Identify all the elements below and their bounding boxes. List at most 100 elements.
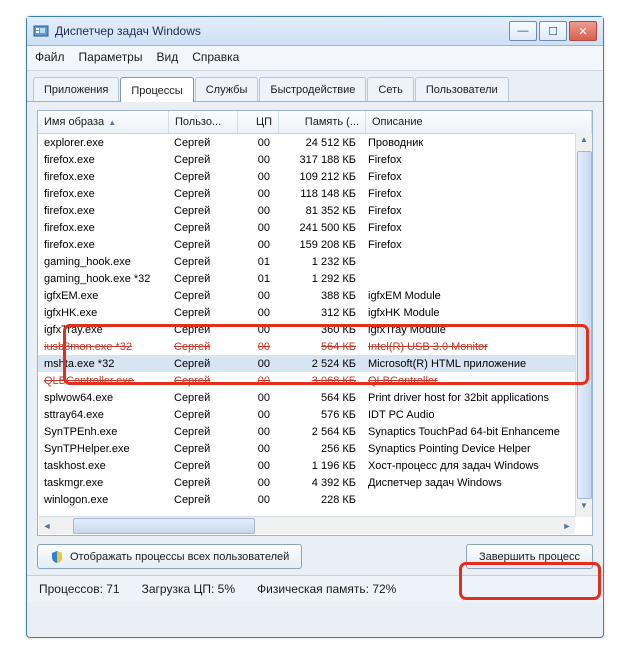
- table-row[interactable]: explorer.exeСергей0024 512 КБПроводник: [38, 134, 592, 151]
- cell-cpu: 00: [236, 494, 276, 506]
- col-user[interactable]: Пользо...: [169, 111, 238, 133]
- cell-memory: 256 КБ: [276, 443, 362, 455]
- table-row[interactable]: firefox.exeСергей0081 352 КБFirefox: [38, 202, 592, 219]
- window-title: Диспетчер задач Windows: [55, 24, 509, 38]
- cell-memory: 1 196 КБ: [276, 460, 362, 472]
- end-process-button[interactable]: Завершить процесс: [466, 544, 593, 569]
- tab-services[interactable]: Службы: [195, 77, 259, 101]
- cell-memory: 228 КБ: [276, 494, 362, 506]
- cell-description: Firefox: [362, 205, 592, 217]
- cell-description: Firefox: [362, 222, 592, 234]
- cell-user: Сергей: [168, 392, 236, 404]
- menu-view[interactable]: Вид: [156, 50, 178, 64]
- cell-user: Сергей: [168, 324, 236, 336]
- cell-memory: 312 КБ: [276, 307, 362, 319]
- table-row[interactable]: gaming_hook.exe *32Сергей011 292 КБ: [38, 270, 592, 287]
- cell-user: Сергей: [168, 205, 236, 217]
- end-process-label: Завершить процесс: [479, 551, 580, 563]
- titlebar[interactable]: Диспетчер задач Windows — ☐ ✕: [27, 17, 603, 46]
- cell-user: Сергей: [168, 358, 236, 370]
- scroll-down-icon[interactable]: ▼: [577, 501, 591, 515]
- cell-image: firefox.exe: [38, 154, 168, 166]
- table-row[interactable]: igfxHK.exeСергей00312 КБigfxHK Module: [38, 304, 592, 321]
- scroll-up-icon[interactable]: ▲: [577, 135, 591, 149]
- table-row[interactable]: splwow64.exeСергей00564 КБPrint driver h…: [38, 389, 592, 406]
- cell-cpu: 00: [236, 409, 276, 421]
- table-row[interactable]: sttray64.exeСергей00576 КБIDT PC Audio: [38, 406, 592, 423]
- tab-network[interactable]: Сеть: [367, 77, 413, 101]
- menu-help[interactable]: Справка: [192, 50, 239, 64]
- cell-memory: 118 148 КБ: [276, 188, 362, 200]
- scroll-left-icon[interactable]: ◄: [39, 521, 55, 531]
- cell-memory: 109 212 КБ: [276, 171, 362, 183]
- menu-file[interactable]: Файл: [35, 50, 65, 64]
- cell-user: Сергей: [168, 460, 236, 472]
- minimize-button[interactable]: —: [509, 21, 537, 41]
- table-row[interactable]: taskhost.exeСергей001 196 КБХост-процесс…: [38, 457, 592, 474]
- menu-options[interactable]: Параметры: [79, 50, 143, 64]
- table-row[interactable]: winlogon.exeСергей00228 КБ: [38, 491, 592, 508]
- cell-user: Сергей: [168, 239, 236, 251]
- vertical-scroll-thumb[interactable]: [577, 151, 592, 499]
- close-button[interactable]: ✕: [569, 21, 597, 41]
- table-row[interactable]: mshta.exe *32Сергей002 524 КБMicrosoft(R…: [38, 355, 592, 372]
- tab-processes[interactable]: Процессы: [120, 77, 193, 102]
- cell-cpu: 00: [236, 171, 276, 183]
- table-row[interactable]: firefox.exeСергей00118 148 КБFirefox: [38, 185, 592, 202]
- cell-description: QLBController: [362, 375, 592, 387]
- table-row[interactable]: iusb3mon.exe *32Сергей00564 КБIntel(R) U…: [38, 338, 592, 355]
- cell-image: taskhost.exe: [38, 460, 168, 472]
- status-cpu: Загрузка ЦП: 5%: [142, 582, 235, 596]
- cell-cpu: 00: [236, 341, 276, 353]
- tab-strip: Приложения Процессы Службы Быстродействи…: [27, 77, 603, 102]
- cell-user: Сергей: [168, 171, 236, 183]
- horizontal-scrollbar[interactable]: ◄ ►: [39, 516, 575, 534]
- table-row[interactable]: gaming_hook.exeСергей011 232 КБ: [38, 253, 592, 270]
- cell-image: firefox.exe: [38, 239, 168, 251]
- table-row[interactable]: QLBController.exeСергей003 068 КБQLBCont…: [38, 372, 592, 389]
- cell-cpu: 00: [236, 137, 276, 149]
- process-table: Имя образа Пользо... ЦП Память (... Опис…: [37, 110, 593, 536]
- cell-user: Сергей: [168, 154, 236, 166]
- cell-cpu: 00: [236, 290, 276, 302]
- cell-image: winlogon.exe: [38, 494, 168, 506]
- cell-cpu: 00: [236, 188, 276, 200]
- cell-user: Сергей: [168, 137, 236, 149]
- cell-cpu: 01: [236, 273, 276, 285]
- cell-image: firefox.exe: [38, 188, 168, 200]
- tab-users[interactable]: Пользователи: [415, 77, 509, 101]
- cell-memory: 2 524 КБ: [276, 358, 362, 370]
- tab-applications[interactable]: Приложения: [33, 77, 119, 101]
- cell-user: Сергей: [168, 426, 236, 438]
- horizontal-scroll-thumb[interactable]: [73, 518, 255, 534]
- tab-performance[interactable]: Быстродействие: [259, 77, 366, 101]
- table-row[interactable]: igfxEM.exeСергей00388 КБigfxEM Module: [38, 287, 592, 304]
- table-row[interactable]: SynTPEnh.exeСергей002 564 КБSynaptics To…: [38, 423, 592, 440]
- table-row[interactable]: firefox.exeСергей00159 208 КБFirefox: [38, 236, 592, 253]
- col-image-name[interactable]: Имя образа: [38, 111, 169, 133]
- vertical-scrollbar[interactable]: ▲ ▼: [575, 133, 592, 517]
- cell-cpu: 01: [236, 256, 276, 268]
- cell-user: Сергей: [168, 477, 236, 489]
- cell-image: SynTPEnh.exe: [38, 426, 168, 438]
- window-controls: — ☐ ✕: [509, 21, 597, 41]
- table-row[interactable]: igfxTray.exeСергей00360 КБigfxTray Modul…: [38, 321, 592, 338]
- scroll-right-icon[interactable]: ►: [559, 521, 575, 531]
- col-cpu[interactable]: ЦП: [238, 111, 279, 133]
- cell-user: Сергей: [168, 222, 236, 234]
- cell-user: Сергей: [168, 494, 236, 506]
- maximize-button[interactable]: ☐: [539, 21, 567, 41]
- table-row[interactable]: firefox.exeСергей00241 500 КБFirefox: [38, 219, 592, 236]
- cell-description: Firefox: [362, 171, 592, 183]
- table-row[interactable]: firefox.exeСергей00317 188 КБFirefox: [38, 151, 592, 168]
- cell-memory: 81 352 КБ: [276, 205, 362, 217]
- menu-bar: Файл Параметры Вид Справка: [27, 46, 603, 71]
- show-all-users-button[interactable]: Отображать процессы всех пользователей: [37, 544, 302, 569]
- table-row[interactable]: firefox.exeСергей00109 212 КБFirefox: [38, 168, 592, 185]
- status-bar: Процессов: 71 Загрузка ЦП: 5% Физическая…: [27, 575, 603, 602]
- table-row[interactable]: taskmgr.exeСергей004 392 КБДиспетчер зад…: [38, 474, 592, 491]
- col-memory[interactable]: Память (...: [279, 111, 366, 133]
- col-description[interactable]: Описание: [366, 111, 592, 133]
- cell-image: taskmgr.exe: [38, 477, 168, 489]
- table-row[interactable]: SynTPHelper.exeСергей00256 КБSynaptics P…: [38, 440, 592, 457]
